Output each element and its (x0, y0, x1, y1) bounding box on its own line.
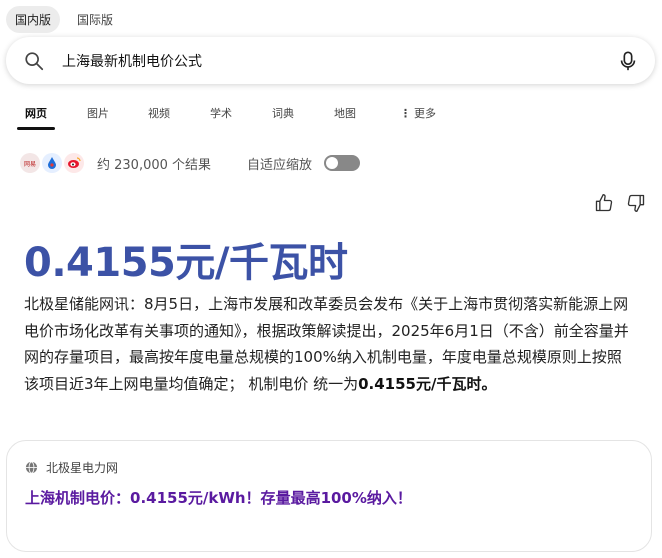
result-count: 约 230,000 个结果 (97, 157, 212, 173)
source-site-name: 北极星电力网 (46, 461, 119, 475)
active-tab-underline (17, 127, 55, 130)
toggle-knob (326, 157, 339, 169)
source-drop-icon (42, 153, 62, 173)
answer-highlight: 0.4155元/千瓦时 (24, 240, 348, 286)
more-dots-icon: ⋮ (400, 107, 411, 120)
thumbs-up-icon[interactable] (594, 193, 614, 213)
source-title-link[interactable]: 上海机制电价：0.4155元/kWh！存量最高100%纳入！ (25, 487, 412, 508)
feedback-buttons (594, 193, 646, 213)
thumbs-down-icon[interactable] (626, 193, 646, 213)
search-input[interactable]: 上海最新机制电价公式 (62, 51, 202, 71)
region-tabs: 国内版 国际版 (6, 6, 122, 33)
search-box[interactable]: 上海最新机制电价公式 (6, 37, 655, 84)
answer-text-bold: 0.4155元/千瓦时。 (358, 374, 497, 393)
tab-web[interactable]: 网页 (25, 105, 47, 121)
netease-icon: 网易 (20, 153, 40, 173)
globe-icon (25, 461, 38, 474)
search-icon[interactable] (23, 50, 45, 72)
source-card[interactable]: 北极星电力网 上海机制电价：0.4155元/kWh！存量最高100%纳入！ (6, 440, 652, 552)
weibo-icon (64, 153, 84, 173)
result-meta: 网易 约 230,000 个结果 自适应缩放 (20, 151, 361, 175)
source-site: 北极星电力网 (25, 459, 118, 476)
adaptive-zoom-toggle[interactable] (324, 155, 361, 171)
region-tab-domestic[interactable]: 国内版 (6, 6, 61, 33)
adaptive-zoom-label: 自适应缩放 (247, 157, 313, 173)
microphone-icon[interactable] (617, 49, 639, 73)
tab-more[interactable]: ⋮ 更多 (400, 105, 436, 121)
tab-academic[interactable]: 学术 (210, 105, 232, 121)
nav-tabs: 网页 图片 视频 学术 词典 地图 ⋮ 更多 (0, 97, 662, 133)
tab-videos[interactable]: 视频 (148, 105, 170, 121)
answer-text-body: 北极星储能网讯：8月5日，上海市发展和改革委员会发布《关于上海市贯彻落实新能源上… (24, 295, 629, 393)
tab-dictionary[interactable]: 词典 (272, 105, 294, 121)
region-tab-international[interactable]: 国际版 (68, 6, 122, 33)
answer-text: 北极星储能网讯：8月5日，上海市发展和改革委员会发布《关于上海市贯彻落实新能源上… (24, 291, 636, 397)
tab-images[interactable]: 图片 (87, 105, 109, 121)
tab-more-label: 更多 (414, 107, 436, 120)
tab-maps[interactable]: 地图 (334, 105, 356, 121)
source-icons: 网易 (20, 153, 84, 173)
